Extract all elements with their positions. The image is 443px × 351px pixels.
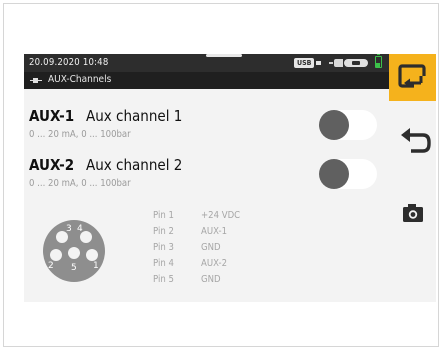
pin-number-2: 2 — [48, 261, 54, 271]
pin-label: Pin 4 — [153, 258, 174, 269]
pin-number-3: 3 — [66, 224, 72, 234]
pin-value: AUX-1 — [201, 226, 228, 237]
plug-icon — [329, 59, 343, 67]
channel-toggle-aux-1[interactable] — [319, 110, 377, 140]
channel-range: 0 ... 20 mA, 0 ... 100bar — [29, 178, 131, 189]
device-frame: 20.09.2020 10:48 USB AUX-Channels AUX-1 … — [3, 3, 439, 347]
pin-number-4: 4 — [77, 224, 83, 234]
channel-range: 0 ... 20 mA, 0 ... 100bar — [29, 129, 131, 140]
channel-row-aux-2: AUX-2 Aux channel 2 0 ... 20 mA, 0 ... 1… — [24, 156, 384, 198]
action-sidebar — [389, 54, 436, 302]
pin-value: GND — [201, 274, 221, 285]
title-bar: AUX-Channels — [24, 72, 389, 89]
back-arrow-icon — [401, 128, 431, 153]
export-button[interactable] — [389, 54, 436, 101]
pin-label: Pin 1 — [153, 210, 174, 221]
pin-value: AUX-2 — [201, 258, 228, 269]
channel-name: Aux channel 2 — [86, 156, 183, 174]
pin-label: Pin 2 — [153, 226, 174, 237]
channel-toggle-aux-2[interactable] — [319, 159, 377, 189]
channel-name: Aux channel 1 — [86, 107, 183, 125]
usb-badge: USB — [294, 58, 315, 68]
device-screen: 20.09.2020 10:48 USB AUX-Channels AUX-1 … — [24, 54, 436, 302]
page-title: AUX-Channels — [48, 74, 112, 85]
toggle-knob — [319, 159, 349, 189]
usb-icon — [316, 61, 321, 65]
connector-pinout-icon: 3 4 2 1 5 — [43, 220, 105, 282]
pin-label: Pin 5 — [153, 274, 174, 285]
pin-number-5: 5 — [71, 263, 77, 273]
connector-icon — [30, 78, 42, 83]
drawer-handle[interactable] — [206, 54, 242, 57]
status-bar: 20.09.2020 10:48 USB — [24, 54, 389, 72]
back-button[interactable] — [389, 124, 436, 164]
channel-id: AUX-2 — [29, 156, 75, 174]
toggle-knob — [319, 110, 349, 140]
channel-id: AUX-1 — [29, 107, 75, 125]
pin-label: Pin 3 — [153, 242, 174, 253]
channel-row-aux-1: AUX-1 Aux channel 1 0 ... 20 mA, 0 ... 1… — [24, 107, 384, 149]
battery-icon — [375, 54, 382, 68]
pin-value: GND — [201, 242, 221, 253]
pin-value: +24 VDC — [201, 210, 241, 221]
pin-number-1: 1 — [93, 261, 99, 271]
camera-icon — [403, 204, 423, 222]
connection-badge-icon — [344, 59, 368, 67]
datetime: 20.09.2020 10:48 — [29, 57, 109, 68]
export-icon — [398, 64, 427, 88]
screenshot-button[interactable] — [389, 197, 436, 237]
